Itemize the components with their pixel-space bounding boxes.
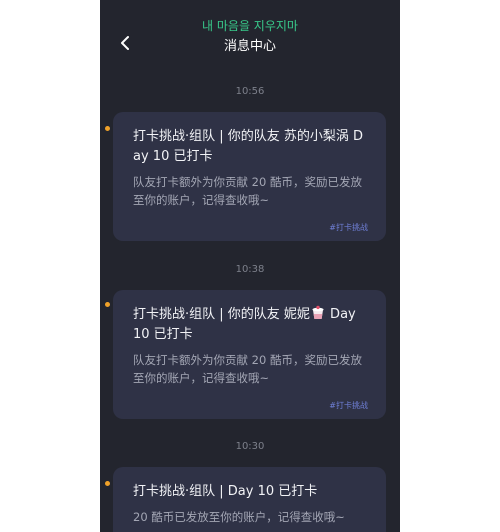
message-body: 队友打卡额外为你贡献 20 酷币，奖励已发放至你的账户，记得查收哦~ bbox=[133, 175, 362, 207]
status-note: 내 마음을 지우지마 bbox=[202, 19, 298, 33]
message-title: 打卡挑战·组队 | 你的队友 苏的小梨涡 Day 10 已打卡 bbox=[133, 129, 364, 164]
unread-dot bbox=[105, 126, 110, 131]
message-tag[interactable]: #打卡挑战 bbox=[329, 400, 368, 411]
nav-header: 내 마음을 지우지마 消息中心 bbox=[100, 0, 400, 62]
page-title: 消息中心 bbox=[223, 39, 276, 54]
message-tag[interactable]: #打卡挑战 bbox=[329, 222, 368, 233]
yogurt-cup-icon bbox=[312, 305, 324, 319]
message-time: 10:30 bbox=[235, 441, 265, 452]
message-title-prefix: 打卡挑战·组队 | 你的队友 妮妮 bbox=[133, 307, 310, 322]
message-body: 队友打卡额外为你贡献 20 酷币，奖励已发放至你的账户，记得查收哦~ bbox=[133, 353, 362, 385]
message-title: 打卡挑战·组队 | 你的队友 妮妮 Day 10 已打卡 bbox=[133, 305, 366, 345]
message-time: 10:56 bbox=[235, 86, 265, 97]
message-body: 20 酷币已发放至你的账户，记得查收哦~ bbox=[133, 510, 345, 524]
page: 내 마음을 지우지마 消息中心 10:56 打卡挑战·组队 | 你的队友 苏的小… bbox=[0, 0, 500, 532]
message-time: 10:38 bbox=[235, 264, 265, 275]
message-card[interactable]: 打卡挑战·组队 | 你的队友 苏的小梨涡 Day 10 已打卡 队友打卡额外为你… bbox=[113, 112, 386, 241]
unread-dot bbox=[105, 302, 110, 307]
unread-dot bbox=[105, 481, 110, 486]
message-title: 打卡挑战·组队 | Day 10 已打卡 bbox=[133, 484, 318, 499]
message-center-screen: 내 마음을 지우지마 消息中心 10:56 打卡挑战·组队 | 你的队友 苏的小… bbox=[100, 0, 400, 532]
message-card[interactable]: 打卡挑战·组队 | Day 10 已打卡 20 酷币已发放至你的账户，记得查收哦… bbox=[113, 467, 386, 532]
message-card[interactable]: 打卡挑战·组队 | 你的队友 妮妮 Day 10 已打卡 队友打卡额外为你贡献 … bbox=[113, 290, 386, 419]
